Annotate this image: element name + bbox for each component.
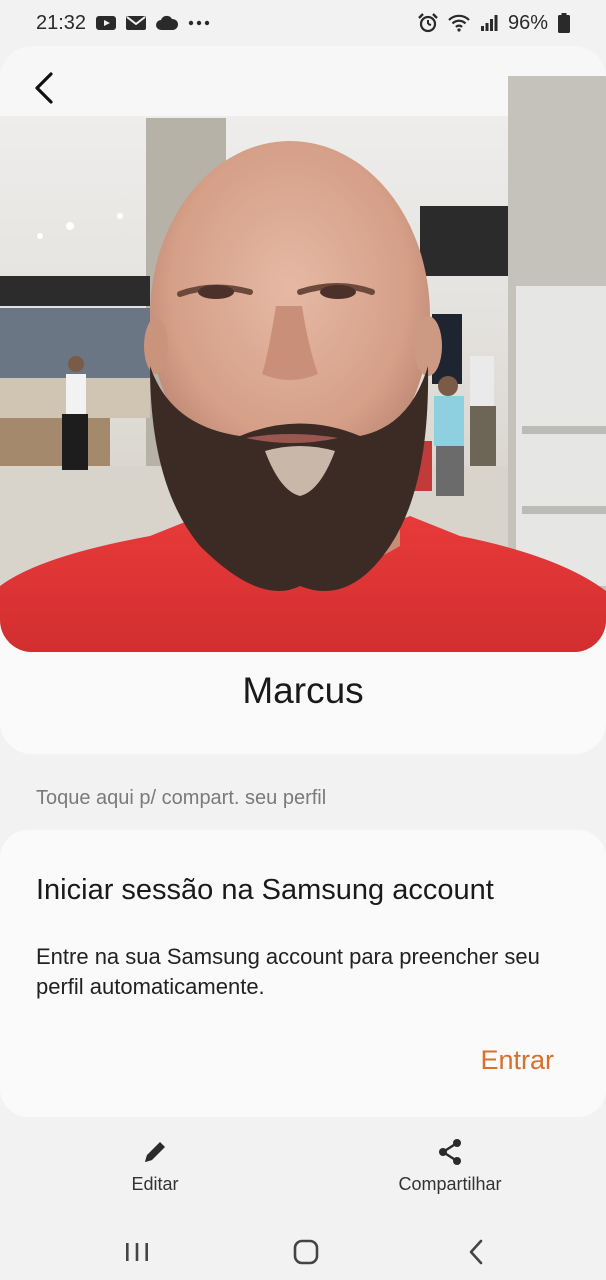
home-icon: [293, 1239, 319, 1265]
pencil-icon: [145, 1142, 165, 1162]
profile-card[interactable]: Marcus: [0, 46, 606, 754]
share-button[interactable]: Compartilhar: [380, 1138, 520, 1195]
profile-photo[interactable]: [0, 46, 606, 652]
edit-button[interactable]: Editar: [110, 1138, 200, 1195]
profile-name: Marcus: [242, 670, 364, 711]
chevron-left-icon: [35, 72, 53, 104]
status-left: 21:32: [36, 12, 210, 35]
back-button[interactable]: [24, 68, 64, 108]
share-icon: [439, 1139, 461, 1165]
wifi-icon: [448, 14, 470, 32]
nav-back-button[interactable]: [456, 1232, 496, 1272]
profile-photo-image: [0, 46, 606, 652]
more-dots-icon: [188, 20, 210, 26]
status-bar: 21:32 96%: [0, 0, 606, 46]
battery-percent: 96%: [507, 11, 548, 34]
status-time: 21:32: [36, 11, 87, 34]
sign-in-button[interactable]: Entrar: [480, 1045, 554, 1076]
account-card-title: Iniciar sessão na Samsung account: [36, 874, 494, 906]
signal-icon: [480, 14, 498, 32]
share-profile-hint[interactable]: Toque aqui p/ compart. seu perfil: [36, 787, 326, 810]
recent-apps-button[interactable]: [117, 1232, 157, 1272]
mail-icon: [126, 15, 147, 31]
share-label: Compartilhar: [398, 1174, 502, 1194]
samsung-account-card: Iniciar sessão na Samsung account Entre …: [0, 830, 606, 1117]
battery-icon: [558, 13, 570, 33]
cloud-icon: [156, 15, 179, 31]
recent-apps-icon: [126, 1243, 148, 1261]
edit-label: Editar: [131, 1174, 179, 1194]
account-card-description: Entre na sua Samsung account para preenc…: [36, 944, 540, 999]
status-right: 96%: [418, 12, 570, 35]
youtube-icon: [96, 15, 117, 31]
alarm-icon: [418, 13, 438, 33]
home-button[interactable]: [286, 1232, 326, 1272]
navigation-bar: [0, 1220, 606, 1280]
back-icon: [469, 1239, 483, 1265]
